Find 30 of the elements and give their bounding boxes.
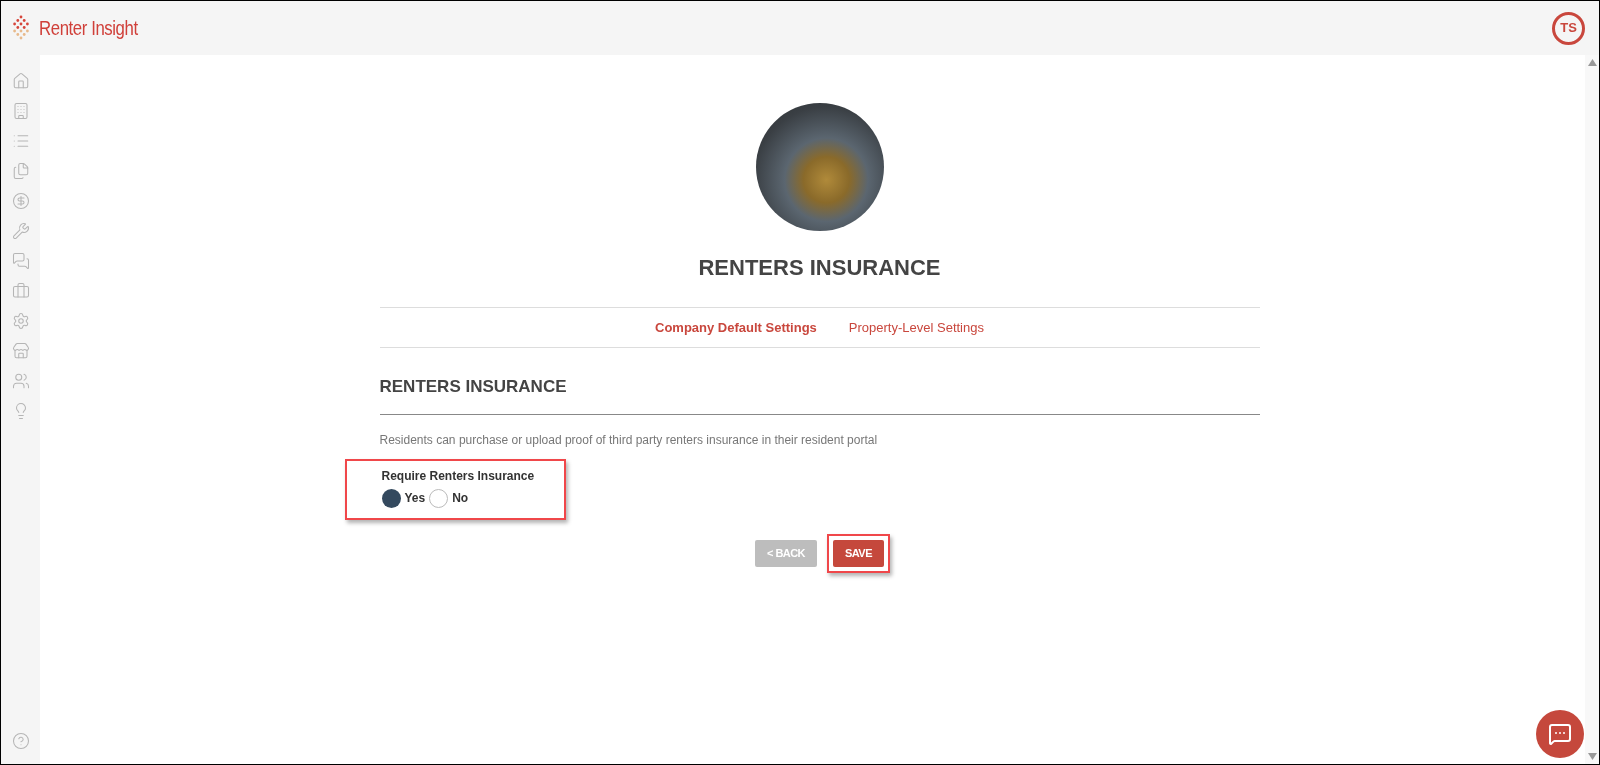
scrollbar[interactable]	[1585, 55, 1599, 764]
settings-tab[interactable]: Property-Level Settings	[848, 317, 984, 338]
building-icon[interactable]	[11, 102, 30, 120]
chat-icon	[1548, 722, 1572, 746]
radio-label: No	[452, 490, 469, 507]
wrench-icon[interactable]	[11, 222, 30, 240]
chat-icon[interactable]	[11, 252, 30, 270]
list-icon[interactable]	[11, 132, 30, 150]
store-icon[interactable]	[11, 342, 30, 360]
home-icon[interactable]	[11, 72, 30, 90]
section-description: Residents can purchase or upload proof of third party renters insurance in their resident portal	[379, 431, 879, 449]
scroll-up-icon[interactable]	[1587, 59, 1597, 66]
logo-text[interactable]: Renter Insight	[39, 12, 138, 44]
settings-tab[interactable]: Company Default Settings	[655, 317, 817, 338]
chat-button[interactable]	[1536, 710, 1584, 758]
users-icon[interactable]	[11, 372, 30, 390]
radio-label: Yes	[404, 490, 426, 507]
briefcase-icon[interactable]	[11, 282, 30, 300]
scroll-down-icon[interactable]	[1587, 753, 1597, 760]
section-heading: RENTERS INSURANCE	[379, 376, 568, 398]
files-icon[interactable]	[11, 162, 30, 180]
help-icon[interactable]	[11, 732, 30, 750]
dollar-icon[interactable]	[11, 192, 30, 210]
page-title: RENTERS INSURANCE	[698, 254, 941, 282]
radio-button[interactable]	[429, 488, 449, 508]
save-button[interactable]: SAVE	[833, 539, 884, 567]
radio-button[interactable]	[381, 488, 401, 508]
user-avatar[interactable]: TS	[1552, 11, 1585, 45]
settings-icon[interactable]	[11, 312, 30, 330]
field-label: Require Renters Insurance	[381, 467, 535, 485]
